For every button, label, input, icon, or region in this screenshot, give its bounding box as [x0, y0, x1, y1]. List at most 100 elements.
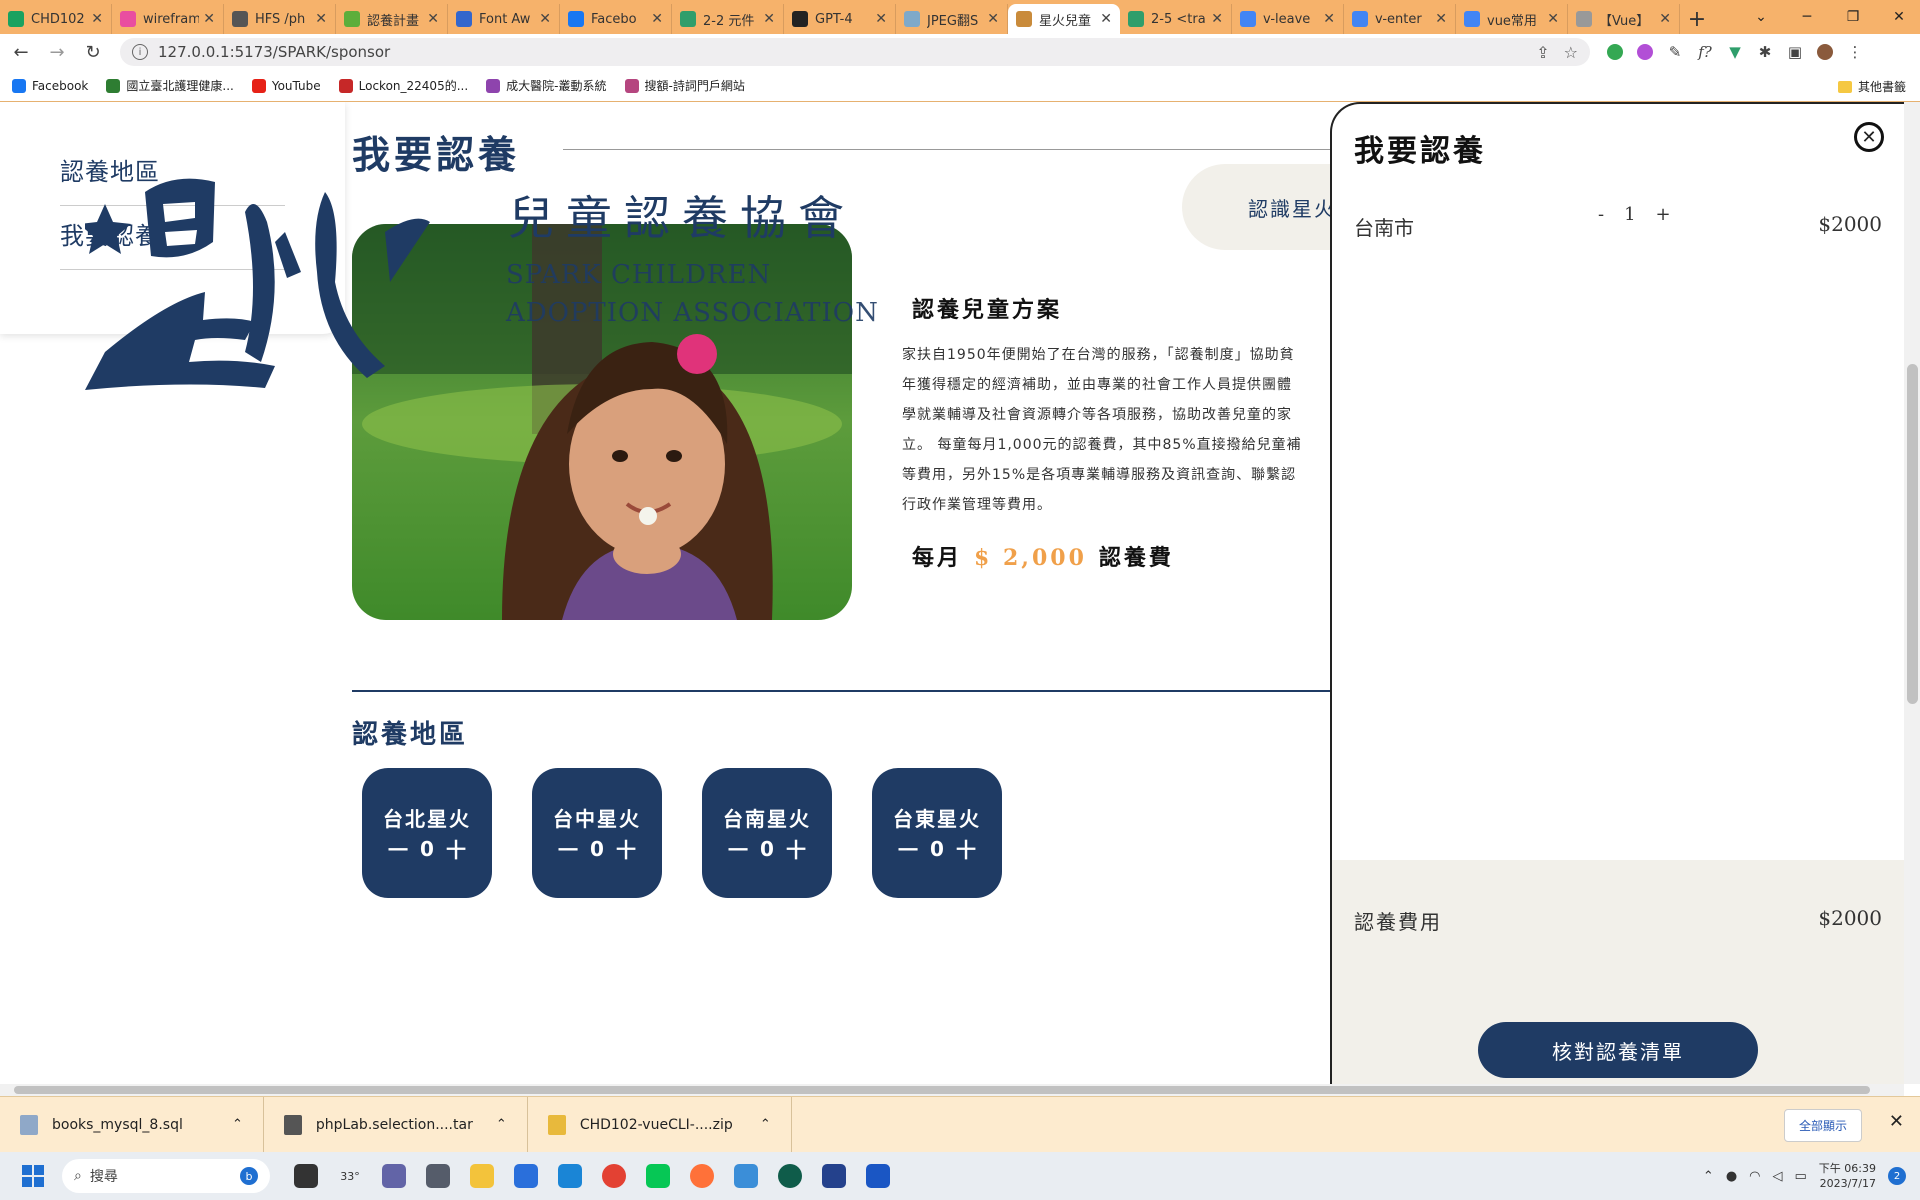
extension-icon[interactable]: [1600, 41, 1630, 63]
minus-button[interactable]: 一: [728, 834, 748, 863]
spark-brush-logo[interactable]: [85, 152, 485, 392]
volume-icon[interactable]: ◁: [1773, 1169, 1783, 1184]
font-extension-icon[interactable]: f?: [1690, 41, 1720, 63]
tab-search-icon[interactable]: ⌄: [1738, 9, 1784, 25]
teams-icon[interactable]: [372, 1158, 416, 1194]
bing-icon[interactable]: b: [240, 1167, 258, 1185]
show-all-downloads-button[interactable]: 全部顯示: [1783, 1109, 1862, 1142]
browser-tab[interactable]: Facebo ✕: [560, 4, 672, 34]
decrement-button[interactable]: -: [1598, 204, 1604, 225]
extension-icon[interactable]: [1630, 41, 1660, 63]
scrollbar-thumb[interactable]: [1907, 364, 1918, 704]
tab-close-icon[interactable]: ✕: [763, 11, 775, 27]
tab-close-icon[interactable]: ✕: [1659, 11, 1671, 27]
wifi-icon[interactable]: ◠: [1749, 1169, 1760, 1184]
tab-close-icon[interactable]: ✕: [1323, 11, 1335, 27]
bookmark-item[interactable]: 搜額-詩詞門戶網站: [624, 77, 745, 94]
battery-icon[interactable]: ▭: [1795, 1169, 1807, 1184]
browser-tab[interactable]: JPEG翻S ✕: [896, 4, 1008, 34]
browser-tab[interactable]: CHD102 ✕: [0, 4, 112, 34]
notepad-icon[interactable]: [724, 1158, 768, 1194]
minus-button[interactable]: 一: [388, 834, 408, 863]
vertical-scrollbar[interactable]: [1904, 102, 1920, 1084]
bookmark-item[interactable]: YouTube: [251, 78, 321, 93]
browser-tab[interactable]: 【Vue】 ✕: [1568, 4, 1680, 34]
chrome-icon[interactable]: [592, 1158, 636, 1194]
calculator-icon[interactable]: [416, 1158, 460, 1194]
minus-button[interactable]: 一: [898, 834, 918, 863]
browser-tab[interactable]: v-leave ✕: [1232, 4, 1344, 34]
bookmark-item[interactable]: 成大醫院-叢動系統: [486, 77, 607, 94]
share-icon[interactable]: ⇪: [1536, 43, 1549, 62]
bookmark-star-icon[interactable]: ☆: [1564, 43, 1578, 62]
chevron-up-icon[interactable]: ⌃: [496, 1117, 507, 1132]
browser-tab[interactable]: 2-2 元件 ✕: [672, 4, 784, 34]
back-icon[interactable]: ←: [6, 42, 36, 63]
tab-close-icon[interactable]: ✕: [1435, 11, 1447, 27]
taskbar-search-input[interactable]: ⌕ 搜尋 b: [62, 1159, 270, 1193]
eyedropper-icon[interactable]: ✎: [1660, 41, 1690, 63]
vue-devtools-icon[interactable]: ▼: [1720, 41, 1750, 63]
tab-close-icon[interactable]: ✕: [315, 11, 327, 27]
tab-close-icon[interactable]: ✕: [427, 11, 439, 27]
browser-tab[interactable]: HFS /ph ✕: [224, 4, 336, 34]
tab-close-icon[interactable]: ✕: [875, 11, 887, 27]
tab-close-icon[interactable]: ✕: [1211, 11, 1223, 27]
scrollbar-thumb[interactable]: [14, 1086, 1870, 1094]
close-icon[interactable]: ✕: [1889, 1111, 1904, 1132]
side-panel-icon[interactable]: ▣: [1780, 41, 1810, 63]
minimize-icon[interactable]: ─: [1784, 9, 1830, 25]
other-bookmarks[interactable]: 其他書籤: [1837, 78, 1906, 95]
horizontal-scrollbar[interactable]: [0, 1084, 1904, 1096]
app-icon[interactable]: [812, 1158, 856, 1194]
minus-button[interactable]: 一: [558, 834, 578, 863]
app-icon[interactable]: [504, 1158, 548, 1194]
menu-icon[interactable]: ⋮: [1840, 41, 1870, 63]
tab-close-icon[interactable]: ✕: [1547, 11, 1559, 27]
checkout-button[interactable]: 核對認養清單: [1478, 1022, 1758, 1078]
chevron-up-icon[interactable]: ⌃: [232, 1117, 243, 1132]
chevron-up-icon[interactable]: ⌃: [760, 1117, 771, 1132]
site-info-icon[interactable]: i: [132, 44, 148, 60]
task-view-icon[interactable]: [284, 1158, 328, 1194]
browser-tab[interactable]: 2-5 <tra ✕: [1120, 4, 1232, 34]
close-window-icon[interactable]: ✕: [1876, 9, 1920, 25]
browser-tab[interactable]: 認養計畫 ✕: [336, 4, 448, 34]
plus-button[interactable]: 十: [956, 834, 976, 863]
browser-tab[interactable]: GPT-4 ✕: [784, 4, 896, 34]
chevron-up-icon[interactable]: ⌃: [1703, 1169, 1714, 1184]
weather-icon[interactable]: 33°: [328, 1158, 372, 1194]
windows-start-icon[interactable]: [22, 1165, 44, 1187]
download-item[interactable]: CHD102-vueCLI-....zip ⌃: [528, 1097, 792, 1152]
tab-close-icon[interactable]: ✕: [1100, 11, 1112, 27]
download-item[interactable]: phpLab.selection....tar ⌃: [264, 1097, 528, 1152]
bookmark-item[interactable]: Lockon_22405的...: [338, 77, 468, 94]
tab-close-icon[interactable]: ✕: [539, 11, 551, 27]
app-icon[interactable]: [856, 1158, 900, 1194]
firefox-icon[interactable]: [680, 1158, 724, 1194]
bookmark-item[interactable]: Facebook: [12, 78, 88, 93]
plus-button[interactable]: 十: [446, 834, 466, 863]
browser-tab[interactable]: v-enter ✕: [1344, 4, 1456, 34]
reload-icon[interactable]: ↻: [78, 42, 108, 63]
url-input[interactable]: i 127.0.0.1:5173/SPARK/sponsor ⇪ ☆: [120, 38, 1590, 66]
browser-tab[interactable]: wirefram ✕: [112, 4, 224, 34]
bookmark-item[interactable]: 國立臺北護理健康...: [106, 77, 234, 94]
close-icon[interactable]: ✕: [1854, 122, 1884, 152]
plus-button[interactable]: 十: [786, 834, 806, 863]
plus-button[interactable]: 十: [616, 834, 636, 863]
tab-close-icon[interactable]: ✕: [651, 11, 663, 27]
browser-tab[interactable]: 星火兒童 ✕: [1008, 4, 1120, 34]
forward-icon[interactable]: →: [42, 42, 72, 63]
app-tray-icon[interactable]: ●: [1726, 1169, 1737, 1184]
notification-badge[interactable]: 2: [1888, 1167, 1906, 1185]
line-icon[interactable]: [636, 1158, 680, 1194]
browser-tab[interactable]: Font Aw ✕: [448, 4, 560, 34]
profile-avatar[interactable]: [1810, 41, 1840, 63]
file-explorer-icon[interactable]: [460, 1158, 504, 1194]
puzzle-icon[interactable]: ✱: [1750, 41, 1780, 63]
download-item[interactable]: books_mysql_8.sql ⌃: [0, 1097, 264, 1152]
tab-close-icon[interactable]: ✕: [987, 11, 999, 27]
app-icon[interactable]: [768, 1158, 812, 1194]
tab-close-icon[interactable]: ✕: [91, 11, 103, 27]
